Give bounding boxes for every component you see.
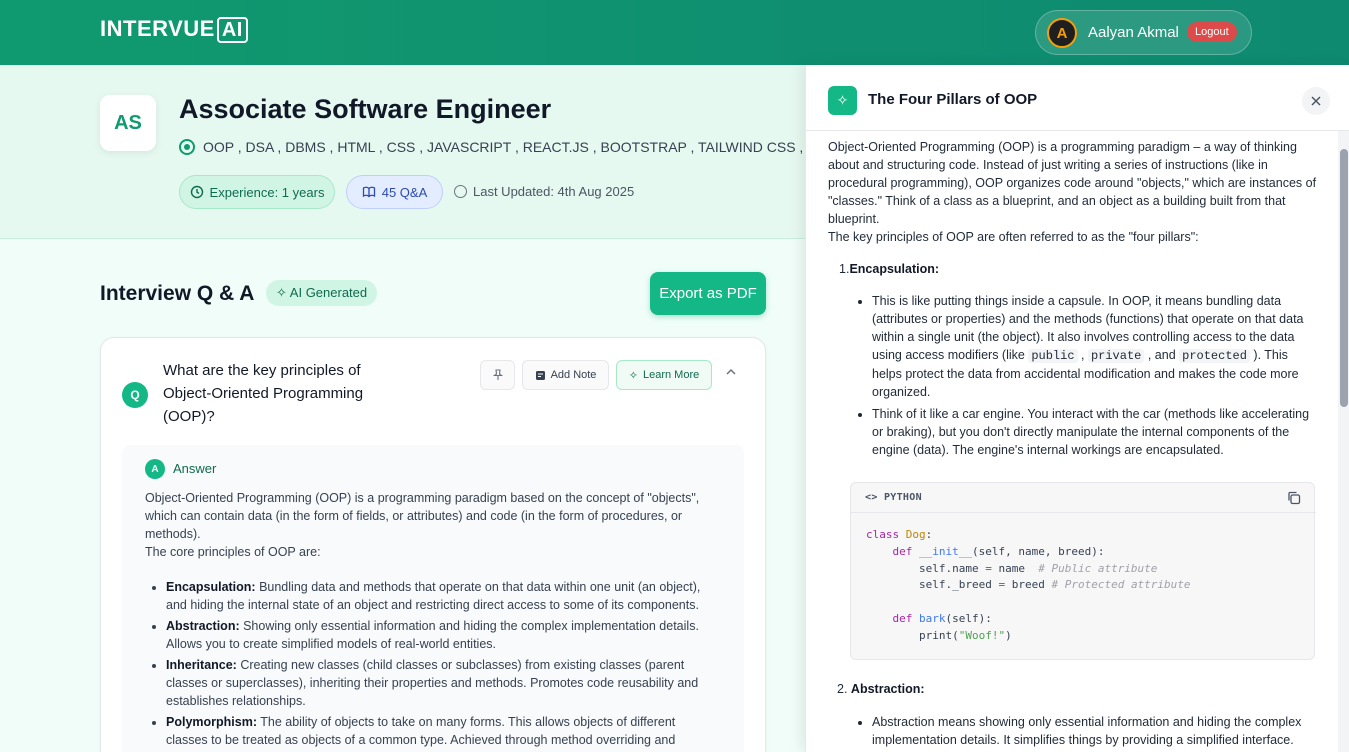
session-header: AS Associate Software Engineer OOP , DSA… bbox=[0, 65, 805, 239]
code-block-header: <> PYTHON bbox=[851, 483, 1316, 513]
list-item: Abstraction: Showing only essential info… bbox=[166, 617, 705, 653]
answer-panel: A Answer Object-Oriented Programming (OO… bbox=[122, 445, 744, 752]
app-logo[interactable]: INTERVUE AI bbox=[100, 16, 248, 43]
chevron-up-icon[interactable] bbox=[721, 365, 741, 385]
top-navbar: INTERVUE AI A Aalyan Akmal Logout bbox=[0, 0, 1349, 65]
answer-label: Answer bbox=[173, 461, 217, 476]
answer-text: Object-Oriented Programming (OOP) is a p… bbox=[145, 489, 705, 561]
list-item: This is like putting things inside a cap… bbox=[872, 292, 1318, 401]
intro-paragraph: Object-Oriented Programming (OOP) is a p… bbox=[828, 140, 1317, 226]
abstraction-list: Abstraction means showing only essential… bbox=[850, 713, 1315, 752]
last-updated: Last Updated: 4th Aug 2025 bbox=[454, 184, 634, 199]
user-menu[interactable]: A Aalyan Akmal Logout bbox=[1035, 10, 1252, 55]
close-button[interactable] bbox=[1302, 87, 1330, 115]
pin-icon bbox=[492, 369, 503, 380]
list-item: Encapsulation: Bundling data and methods… bbox=[166, 578, 705, 614]
list-item: Think of it like a car engine. You inter… bbox=[872, 405, 1318, 459]
user-name: Aalyan Akmal bbox=[1088, 24, 1179, 41]
add-note-button[interactable]: Add Note bbox=[522, 360, 609, 390]
experience-badge: Experience: 1 years bbox=[179, 175, 335, 209]
principles-list: Encapsulation: Bundling data and methods… bbox=[145, 578, 705, 752]
logout-button[interactable]: Logout bbox=[1187, 22, 1237, 42]
list-item: Polymorphism: The ability of objects to … bbox=[166, 713, 705, 752]
role-initials-badge: AS bbox=[100, 95, 156, 151]
code-content: class Dog: def __init__(self, name, bree… bbox=[866, 528, 1191, 642]
avatar: A bbox=[1047, 18, 1077, 48]
export-pdf-button[interactable]: Export as PDF bbox=[650, 272, 766, 315]
section-title: Interview Q & A bbox=[100, 282, 255, 305]
close-icon bbox=[1311, 96, 1321, 106]
last-updated-text: Last Updated: 4th Aug 2025 bbox=[473, 184, 635, 199]
learn-more-button[interactable]: ✧ Learn More bbox=[616, 360, 712, 390]
drawer-content: Object-Oriented Programming (OOP) is a p… bbox=[828, 138, 1318, 463]
encapsulation-list: This is like putting things inside a cap… bbox=[828, 292, 1318, 459]
answer-paragraph: Object-Oriented Programming (OOP) is a p… bbox=[145, 491, 700, 541]
intro-paragraph: The key principles of OOP are often refe… bbox=[828, 230, 1199, 244]
scrollbar-thumb[interactable] bbox=[1340, 149, 1348, 407]
skills-text: OOP , DSA , DBMS , HTML , CSS , JAVASCRI… bbox=[203, 139, 805, 155]
copy-icon[interactable] bbox=[1287, 491, 1301, 505]
section-heading: 1.Encapsulation: bbox=[839, 262, 940, 276]
qa-count-badge: 45 Q&A bbox=[346, 175, 443, 209]
page-title: Associate Software Engineer bbox=[179, 94, 552, 124]
code-language: <> PYTHON bbox=[865, 492, 922, 503]
book-icon bbox=[362, 186, 375, 198]
sparkle-icon: ✧ bbox=[628, 369, 638, 382]
sparkle-icon: ✧ bbox=[276, 285, 290, 300]
ai-generated-text: AI Generated bbox=[289, 285, 368, 300]
skills-list: OOP , DSA , DBMS , HTML , CSS , JAVASCRI… bbox=[179, 139, 805, 155]
learn-more-drawer: ✧ The Four Pillars of OOP Object-Oriente… bbox=[805, 65, 1349, 752]
section-heading: 2. Abstraction: bbox=[837, 682, 925, 696]
question-badge: Q bbox=[122, 382, 148, 408]
list-item: Inheritance: Creating new classes (child… bbox=[166, 656, 705, 710]
drawer-title: The Four Pillars of OOP bbox=[868, 91, 1038, 108]
answer-badge: A bbox=[145, 459, 165, 479]
question-card: Q What are the key principles of Object-… bbox=[100, 337, 766, 752]
sparkle-icon: ✧ bbox=[828, 86, 857, 115]
code-block: <> PYTHON class Dog: def __init__(self, … bbox=[850, 482, 1316, 660]
code-icon: <> bbox=[865, 492, 884, 503]
list-item: Abstraction means showing only essential… bbox=[872, 713, 1315, 752]
qa-count-text: 45 Q&A bbox=[381, 184, 428, 200]
note-icon bbox=[535, 370, 545, 380]
clock-icon bbox=[454, 185, 467, 198]
drawer-header: ✧ The Four Pillars of OOP bbox=[806, 65, 1349, 131]
ai-generated-badge: ✧ AI Generated bbox=[266, 280, 378, 306]
target-icon bbox=[179, 139, 195, 155]
pin-button[interactable] bbox=[480, 360, 515, 390]
learn-more-label: Learn More bbox=[642, 369, 700, 381]
logo-text: INTERVUE bbox=[100, 16, 215, 41]
experience-text: Experience: 1 years bbox=[209, 184, 325, 200]
question-text[interactable]: What are the key principles of Object-Or… bbox=[163, 359, 373, 428]
clock-icon bbox=[190, 185, 203, 199]
logo-ai-badge: AI bbox=[216, 17, 248, 43]
answer-paragraph: The core principles of OOP are: bbox=[145, 545, 321, 559]
add-note-label: Add Note bbox=[550, 369, 597, 381]
